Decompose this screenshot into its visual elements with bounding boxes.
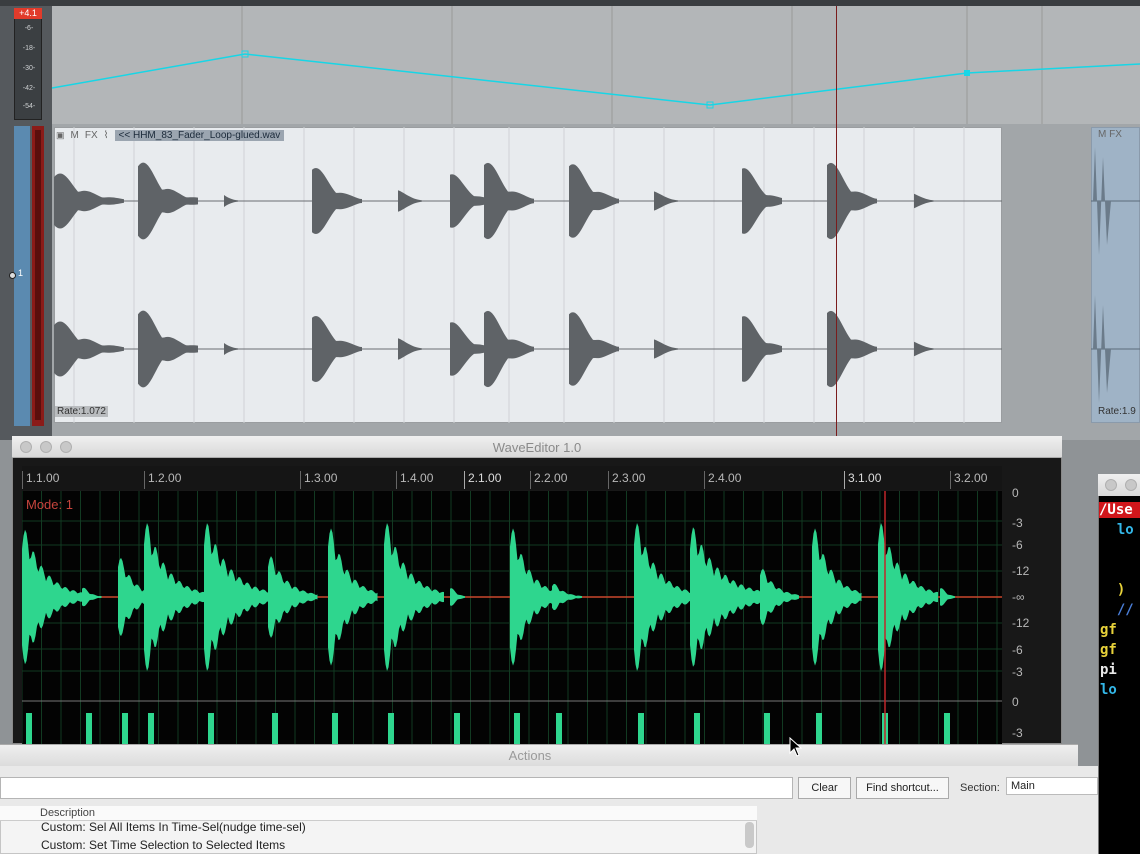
- script-line: ): [1100, 582, 1126, 598]
- script-line: pi: [1100, 662, 1117, 678]
- db-scale-label: -12: [1012, 564, 1030, 578]
- track-number: 1: [18, 268, 24, 278]
- ruler-label: 1.1.00: [26, 471, 60, 485]
- item-right-waveform: [1091, 147, 1140, 403]
- ruler-label: 3.1.00: [848, 471, 882, 485]
- master-vu-meter: -6- -18- -30- -42- -54-: [14, 8, 42, 120]
- db-scale-label: -3: [1012, 516, 1023, 530]
- mode-indicator: Mode: 1: [26, 497, 73, 512]
- envelope-point: [964, 70, 970, 76]
- script-line: lo: [1100, 682, 1117, 698]
- volume-envelope[interactable]: [52, 6, 1140, 124]
- ruler-label: 2.4.00: [708, 471, 742, 485]
- script-line: gf: [1100, 622, 1117, 638]
- envelope-icon[interactable]: ⌇: [104, 130, 109, 141]
- ruler-label: 1.2.00: [148, 471, 182, 485]
- action-row[interactable]: Custom: Set Time Selection to Selected I…: [41, 838, 285, 852]
- ruler-label: 2.3.00: [612, 471, 646, 485]
- vu-tick: -54-: [22, 103, 36, 110]
- action-row[interactable]: Custom: Sel All Items In Time-Sel(nudge …: [41, 820, 306, 834]
- vu-tick: -18-: [22, 45, 36, 52]
- close-window-icon[interactable]: [1105, 479, 1117, 491]
- db-scale-label: -6: [1012, 643, 1023, 657]
- ruler-label: 3.2.00: [954, 471, 988, 485]
- action-filter-input[interactable]: [0, 777, 793, 799]
- item-right-header: M FX: [1098, 129, 1122, 140]
- wave-editor-waveform: [22, 491, 1002, 744]
- db-scale-label: 0: [1012, 695, 1019, 709]
- actions-title: Actions: [508, 748, 552, 763]
- lock-icon[interactable]: ▣: [56, 130, 65, 141]
- item-right-rate-label: Rate:1.9: [1098, 406, 1136, 417]
- ruler-label: 1.3.00: [304, 471, 338, 485]
- mouse-cursor-icon: [789, 737, 803, 757]
- wave-editor-title: WaveEditor 1.0: [492, 440, 582, 455]
- db-scale-label: -∞: [1012, 590, 1025, 604]
- ruler-label: 2.1.00: [468, 471, 502, 485]
- vu-peak-indicator[interactable]: +4.1: [14, 8, 42, 19]
- record-arm-icon[interactable]: [9, 272, 16, 279]
- vu-tick: -42-: [22, 85, 36, 92]
- db-scale-label: -3: [1012, 665, 1023, 679]
- section-select[interactable]: Main: [1006, 777, 1098, 795]
- script-line: /Use: [1099, 502, 1140, 518]
- item-rate-label: Rate:1.072: [55, 406, 108, 417]
- description-column-header[interactable]: Description: [40, 807, 95, 819]
- clear-button[interactable]: Clear: [798, 777, 851, 799]
- actions-column-header[interactable]: [0, 806, 757, 821]
- minimize-window-icon[interactable]: [1125, 479, 1137, 491]
- item-header: ▣ M FX ⌇ << HHM_83_Fader_Loop-glued.wav: [56, 129, 285, 142]
- section-label: Section:: [960, 782, 1000, 794]
- db-scale-label: -6: [1012, 538, 1023, 552]
- arrange-playhead[interactable]: [836, 6, 837, 436]
- script-line: gf: [1100, 642, 1117, 658]
- ruler-label: 2.2.00: [534, 471, 568, 485]
- db-scale-label: 0: [1012, 486, 1019, 500]
- item-fx-button[interactable]: FX: [85, 130, 98, 141]
- vu-tick: -6-: [24, 25, 34, 32]
- script-line: //: [1100, 602, 1134, 618]
- ruler-label: 1.4.00: [400, 471, 434, 485]
- db-scale-label: -12: [1012, 616, 1030, 630]
- item-mute-button[interactable]: M: [71, 130, 79, 141]
- script-line: lo: [1100, 522, 1134, 538]
- find-shortcut-button[interactable]: Find shortcut...: [856, 777, 949, 799]
- vu-tick: -30-: [22, 65, 36, 72]
- item-waveform: [54, 127, 1002, 423]
- track-vu-meter: [32, 126, 44, 426]
- item-name-label: << HHM_83_Fader_Loop-glued.wav: [114, 130, 285, 141]
- actions-list-scrollbar[interactable]: [745, 822, 754, 848]
- db-scale-label: -3: [1012, 726, 1023, 740]
